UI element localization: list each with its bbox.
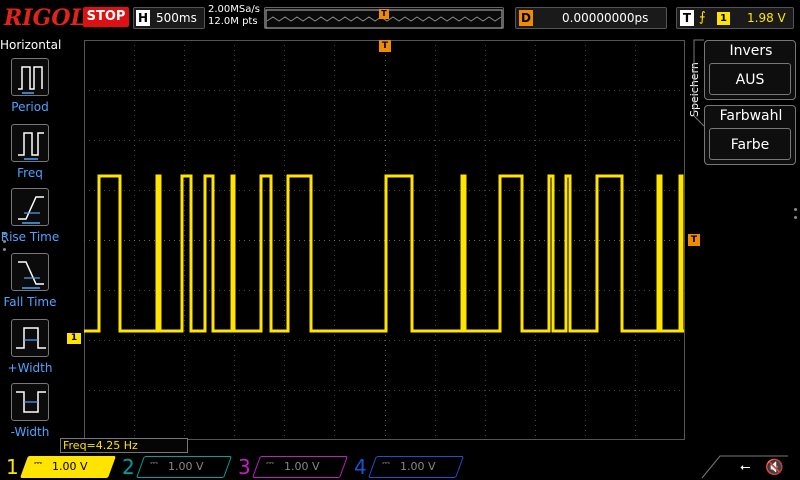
frequency-icon <box>11 124 49 162</box>
dc-coupling-icon: ⎓ <box>34 458 42 469</box>
negative-width-label: -Width <box>10 425 50 439</box>
delay-box[interactable]: D 0.00000000ps <box>515 7 667 29</box>
horizontal-label: H <box>136 10 150 26</box>
dc-coupling-icon: ⎓ <box>150 458 158 469</box>
period-label: Period <box>11 100 49 114</box>
trigger-level-marker[interactable]: T <box>688 234 700 246</box>
speaker-muted-icon[interactable]: 🔇 <box>765 458 784 476</box>
color-label: Farbwahl <box>719 108 783 124</box>
color-option[interactable]: Farbwahl Farbe <box>704 105 796 165</box>
negative-width-icon <box>11 383 49 421</box>
dc-coupling-icon: ⎓ <box>266 458 274 469</box>
invert-label: Invers <box>729 43 773 59</box>
trigger-source: 1 <box>717 12 730 25</box>
trigger-label: T <box>680 10 694 26</box>
frequency-label: Freq <box>17 166 43 180</box>
dc-coupling-icon: ⎓ <box>382 458 390 469</box>
invert-value: AUS <box>709 63 791 95</box>
timebase-value: 500ms <box>156 11 197 25</box>
measure-menu: Horizontal Period Freq Rise Time Fall Ti… <box>0 38 62 453</box>
trigger-box[interactable]: T ⨍ 1 1.98 V <box>676 7 794 29</box>
channel-2-number: 2 <box>122 455 135 479</box>
channel-bar: 1 ⎓ 1.00 V 2 ⎓ 1.00 V 3 ⎓ 1.00 V 4 ⎓ 1.0… <box>0 454 800 480</box>
channel-3-tab[interactable]: 3 ⎓ 1.00 V <box>232 454 349 480</box>
delay-label: D <box>519 10 533 26</box>
color-value: Farbe <box>709 128 791 160</box>
menu-scroll-indicator <box>794 208 797 224</box>
channel-1-tab[interactable]: 1 ⎓ 1.00 V <box>0 454 117 480</box>
memory-position-strip[interactable]: T <box>264 7 504 29</box>
channel-1-number: 1 <box>6 455 19 479</box>
channel-3-number: 3 <box>238 455 251 479</box>
save-menu: Speichern Invers AUS Farbwahl Farbe <box>688 38 800 453</box>
positive-width-label: +Width <box>7 361 53 375</box>
channel-2-tab[interactable]: 2 ⎓ 1.00 V <box>116 454 233 480</box>
rise-time-icon <box>11 188 49 226</box>
trigger-position-marker[interactable]: T <box>379 40 391 52</box>
channel-4-number: 4 <box>354 455 367 479</box>
measure-rise-time-button[interactable]: Rise Time <box>0 188 60 248</box>
usb-icon: ⭠ <box>740 460 751 475</box>
memory-trigger-marker: T <box>379 9 389 19</box>
trigger-level: 1.98 V <box>747 11 786 25</box>
rising-edge-icon: ⨍ <box>699 10 706 25</box>
ch1-waveform <box>84 174 684 333</box>
measure-negative-width-button[interactable]: -Width <box>0 383 60 443</box>
measure-positive-width-button[interactable]: +Width <box>0 319 60 379</box>
waveform-display[interactable] <box>84 40 685 440</box>
brand-logo: RIGOL <box>4 5 86 31</box>
timebase-box[interactable]: H 500ms <box>133 7 205 29</box>
top-status-bar: RIGOL STOP H 500ms 2.00MSa/s 12.0M pts T… <box>0 0 800 38</box>
fall-time-icon <box>11 253 49 291</box>
channel-4-scale: 1.00 V <box>400 460 436 473</box>
delay-value: 0.00000000ps <box>562 11 649 25</box>
sample-rate: 2.00MSa/s <box>208 4 260 15</box>
memory-depth: 12.0M pts <box>208 16 258 27</box>
measure-fall-time-button[interactable]: Fall Time <box>0 253 60 313</box>
run-stop-indicator[interactable]: STOP <box>83 7 129 27</box>
rise-time-label: Rise Time <box>0 230 60 244</box>
graticule <box>84 40 685 440</box>
channel-1-scale: 1.00 V <box>52 460 88 473</box>
channel-3-scale: 1.00 V <box>284 460 320 473</box>
measure-frequency-button[interactable]: Freq <box>0 124 60 184</box>
fall-time-label: Fall Time <box>3 295 57 309</box>
invert-option[interactable]: Invers AUS <box>704 40 796 100</box>
positive-width-icon <box>11 319 49 357</box>
frequency-readout: Freq=4.25 Hz <box>63 439 138 452</box>
period-icon <box>11 58 49 96</box>
menu-title: Horizontal <box>0 38 62 52</box>
measure-period-button[interactable]: Period <box>0 58 60 118</box>
acquisition-info: 2.00MSa/s 12.0M pts <box>208 4 260 28</box>
channel-2-scale: 1.00 V <box>168 460 204 473</box>
channel-4-tab[interactable]: 4 ⎓ 1.00 V <box>348 454 465 480</box>
frequency-measurement: Freq=4.25 Hz <box>60 438 188 453</box>
ch1-ground-marker[interactable]: 1 <box>67 333 81 344</box>
